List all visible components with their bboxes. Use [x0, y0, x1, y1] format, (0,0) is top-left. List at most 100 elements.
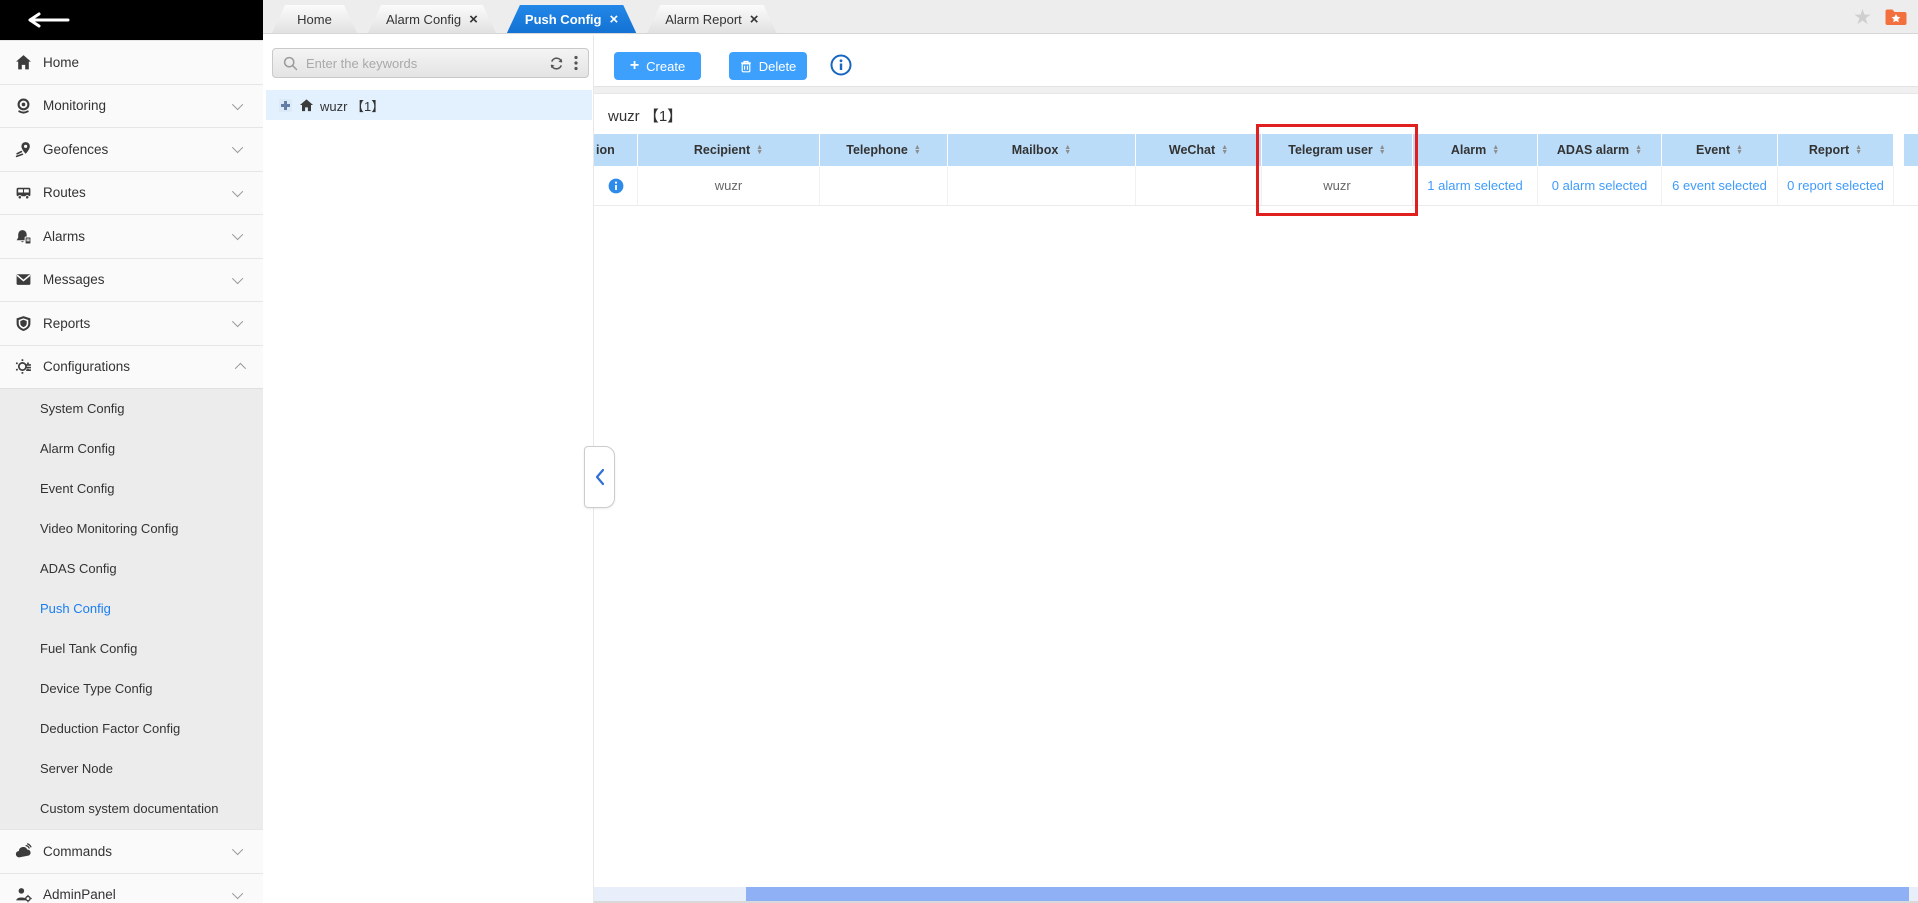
sidebar-item-label: AdminPanel	[43, 887, 235, 902]
column-header-action: ion	[594, 134, 638, 166]
sidebar-item-reports[interactable]: Reports	[0, 301, 263, 345]
sort-icon[interactable]: ▲▼	[756, 145, 763, 155]
cell-telegram-user: wuzr	[1262, 166, 1413, 205]
page-title: wuzr 【1】	[608, 105, 682, 126]
submenu-item-event-config[interactable]: Event Config	[0, 469, 263, 509]
row-info-icon[interactable]	[608, 178, 624, 194]
column-header-wechat[interactable]: WeChat ▲▼	[1136, 134, 1262, 166]
create-button-label: Create	[646, 59, 685, 74]
submenu-item-system-config[interactable]: System Config	[0, 389, 263, 429]
submenu-item-fuel-tank-config[interactable]: Fuel Tank Config	[0, 629, 263, 669]
tree-node-wuzr[interactable]: wuzr 【1】	[266, 90, 592, 120]
expand-plus-icon[interactable]	[279, 99, 292, 112]
tabs: Home Alarm Config × Push Config × Alarm …	[272, 5, 788, 33]
sidebar-item-label: Routes	[43, 185, 235, 200]
sidebar-item-label: Configurations	[43, 359, 235, 374]
column-header-report[interactable]: Report ▲▼	[1778, 134, 1894, 166]
column-header-adas-alarm[interactable]: ADAS alarm ▲▼	[1538, 134, 1662, 166]
favorites-folder-icon[interactable]	[1884, 7, 1908, 27]
column-header-event[interactable]: Event ▲▼	[1662, 134, 1778, 166]
column-header-recipient[interactable]: Recipient ▲▼	[638, 134, 820, 166]
sidebar-item-geofences[interactable]: Geofences	[0, 127, 263, 171]
tab-label: Alarm Report	[665, 12, 742, 27]
tab-alarm-report[interactable]: Alarm Report ×	[647, 5, 776, 33]
routes-icon	[14, 184, 32, 202]
collapse-panel-handle[interactable]	[584, 446, 615, 508]
sidebar-item-adminpanel[interactable]: AdminPanel	[0, 873, 263, 903]
plus-icon: +	[630, 58, 639, 74]
submenu-item-custom-system-documentation[interactable]: Custom system documentation	[0, 789, 263, 829]
sidebar-item-label: Monitoring	[43, 98, 235, 113]
cell-mailbox	[948, 166, 1136, 205]
tab-home[interactable]: Home	[272, 5, 357, 33]
sidebar-item-monitoring[interactable]: Monitoring	[0, 84, 263, 128]
submenu-item-video-monitoring-config[interactable]: Video Monitoring Config	[0, 509, 263, 549]
commands-icon	[14, 842, 32, 860]
table-header-row: ion Recipient ▲▼ Telephone ▲▼ Mailbox ▲▼…	[594, 134, 1918, 166]
close-icon[interactable]: ×	[750, 12, 759, 27]
horizontal-scrollbar-thumb[interactable]	[746, 887, 1909, 901]
search-input[interactable]	[306, 56, 549, 71]
sort-icon[interactable]: ▲▼	[1379, 145, 1386, 155]
alarm-selected-link[interactable]: 1 alarm selected	[1427, 178, 1522, 193]
tab-label: Alarm Config	[386, 12, 461, 27]
star-icon[interactable]: ★	[1853, 7, 1872, 28]
search-tools	[549, 55, 578, 71]
column-header-telephone[interactable]: Telephone ▲▼	[820, 134, 948, 166]
cell-recipient: wuzr	[638, 166, 820, 205]
submenu-item-adas-config[interactable]: ADAS Config	[0, 549, 263, 589]
create-button[interactable]: + Create	[614, 52, 701, 80]
monitoring-icon	[14, 97, 32, 115]
delete-button[interactable]: Delete	[729, 52, 807, 80]
column-header-alarm[interactable]: Alarm ▲▼	[1413, 134, 1538, 166]
sort-icon[interactable]: ▲▼	[1855, 145, 1862, 155]
sidebar-item-label: Reports	[43, 316, 235, 331]
submenu-item-alarm-config[interactable]: Alarm Config	[0, 429, 263, 469]
topbar-right-icons: ★	[1853, 0, 1908, 34]
submenu-item-device-type-config[interactable]: Device Type Config	[0, 669, 263, 709]
close-icon[interactable]: ×	[469, 12, 478, 27]
column-header-telegram-user[interactable]: Telegram user ▲▼	[1262, 134, 1413, 166]
event-selected-link[interactable]: 6 event selected	[1672, 178, 1767, 193]
column-header-partial	[1894, 134, 1918, 166]
sort-icon[interactable]: ▲▼	[1221, 145, 1228, 155]
sidebar-item-routes[interactable]: Routes	[0, 171, 263, 215]
submenu-item-deduction-factor-config[interactable]: Deduction Factor Config	[0, 709, 263, 749]
cell-wechat	[1136, 166, 1262, 205]
sidebar-item-messages[interactable]: Messages	[0, 258, 263, 302]
tab-push-config[interactable]: Push Config ×	[507, 5, 636, 33]
geofences-icon	[14, 140, 32, 158]
back-arrow-icon[interactable]	[28, 12, 74, 28]
sort-icon[interactable]: ▲▼	[1736, 145, 1743, 155]
refresh-icon[interactable]	[549, 56, 564, 71]
sidebar-header	[0, 0, 263, 40]
reports-icon	[14, 314, 32, 332]
more-vertical-icon[interactable]	[574, 55, 578, 71]
table-row: wuzr wuzr 1 alarm selected 0 alarm selec…	[594, 166, 1918, 206]
submenu-item-push-config[interactable]: Push Config	[0, 589, 263, 629]
sort-icon[interactable]: ▲▼	[1492, 145, 1499, 155]
sidebar-item-configurations[interactable]: Configurations	[0, 345, 263, 389]
chevron-left-icon	[595, 468, 605, 486]
adas-alarm-selected-link[interactable]: 0 alarm selected	[1552, 178, 1647, 193]
submenu-item-server-node[interactable]: Server Node	[0, 749, 263, 789]
sidebar-item-label: Alarms	[43, 229, 235, 244]
sidebar-item-commands[interactable]: Commands	[0, 829, 263, 873]
sort-icon[interactable]: ▲▼	[1064, 145, 1071, 155]
info-icon[interactable]	[830, 54, 852, 76]
sort-icon[interactable]: ▲▼	[914, 145, 921, 155]
tab-bar: Home Alarm Config × Push Config × Alarm …	[263, 0, 1918, 34]
column-header-mailbox[interactable]: Mailbox ▲▼	[948, 134, 1136, 166]
sidebar-item-home[interactable]: Home	[0, 40, 263, 84]
search-box	[272, 48, 589, 78]
sidebar-item-label: Commands	[43, 844, 235, 859]
close-icon[interactable]: ×	[609, 12, 618, 27]
chevron-up-icon	[235, 363, 246, 374]
sidebar-item-alarms[interactable]: Alarms	[0, 214, 263, 258]
trash-icon	[740, 60, 752, 73]
messages-icon	[14, 271, 32, 289]
configurations-icon	[14, 358, 32, 376]
sort-icon[interactable]: ▲▼	[1635, 145, 1642, 155]
report-selected-link[interactable]: 0 report selected	[1787, 178, 1884, 193]
tab-alarm-config[interactable]: Alarm Config ×	[368, 5, 496, 33]
